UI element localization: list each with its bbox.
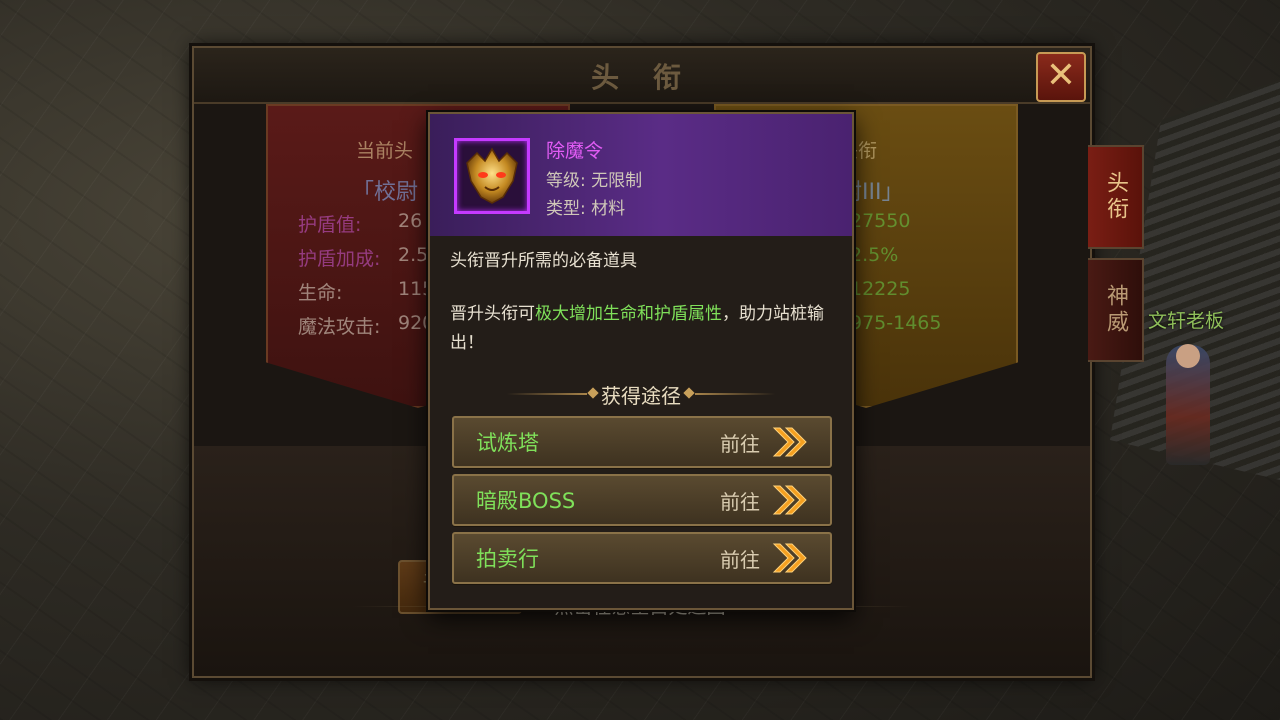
- item-name: 除魔令: [546, 140, 604, 162]
- source-name: 拍卖行: [476, 547, 539, 571]
- source-button-trial-tower[interactable]: 试炼塔 前往: [452, 416, 832, 468]
- ornament-left: [507, 393, 587, 395]
- source-button-dark-palace-boss[interactable]: 暗殿BOSS 前往: [452, 474, 832, 526]
- tab-title[interactable]: 头衔: [1088, 145, 1144, 249]
- item-description: 头衔晋升所需的必备道具: [450, 251, 637, 271]
- next-stat-shield: 27550: [850, 210, 911, 232]
- next-stat-shield-bonus: 2.5%: [850, 244, 899, 266]
- npc-head: [1176, 344, 1200, 368]
- effect-text-start: 晋升头衔可: [450, 304, 535, 324]
- close-button[interactable]: ✕: [1036, 52, 1086, 102]
- item-tooltip: 除魔令 等级: 无限制 类型: 材料 头衔晋升所需的必备道具 晋升头衔可极大增加…: [428, 112, 854, 610]
- effect-text-highlight: 极大增加生命和护盾属性: [535, 304, 722, 324]
- tooltip-header: 除魔令 等级: 无限制 类型: 材料: [430, 114, 852, 236]
- item-effect-paragraph: 晋升头衔可极大增加生命和护盾属性，助力站桩输出！: [450, 300, 830, 358]
- panel-title: 头 衔: [591, 61, 693, 94]
- sources-title: 获得途径: [601, 383, 681, 408]
- double-chevron-right-icon: [772, 485, 807, 515]
- npc-name-label[interactable]: 文轩老板: [1148, 306, 1224, 333]
- golden-demon-mask-icon: [454, 138, 530, 214]
- source-button-auction-house[interactable]: 拍卖行 前往: [452, 532, 832, 584]
- stat-label-shield-bonus: 护盾加成:: [298, 248, 381, 270]
- sources-header: 获得途径: [430, 379, 852, 409]
- current-title-heading: 当前头: [356, 140, 414, 162]
- tab-divine-might[interactable]: 神威: [1088, 258, 1144, 362]
- stat-value-shield: 26: [398, 210, 423, 232]
- stat-label-hp: 生命:: [298, 282, 343, 304]
- stat-label-magic-attack: 魔法攻击:: [298, 316, 381, 338]
- next-stat-hp: 12225: [850, 278, 911, 300]
- source-go-label: 前往: [720, 548, 760, 572]
- source-name: 暗殿BOSS: [476, 489, 576, 513]
- current-title-rank: 「校尉: [352, 180, 419, 205]
- source-name: 试炼塔: [476, 431, 539, 455]
- double-chevron-right-icon: [772, 427, 807, 457]
- next-stat-magic-attack: 975-1465: [850, 312, 942, 334]
- item-level-requirement: 等级: 无限制: [546, 171, 643, 191]
- item-type: 类型: 材料: [546, 199, 626, 219]
- stat-label-shield: 护盾值:: [298, 214, 362, 236]
- source-go-label: 前往: [720, 432, 760, 456]
- double-chevron-right-icon: [772, 543, 807, 573]
- ornament-right: [695, 393, 775, 395]
- panel-title-bar: 头 衔 ✕: [194, 48, 1090, 104]
- stat-value-shield-bonus: 2.5: [398, 244, 429, 266]
- source-go-label: 前往: [720, 490, 760, 514]
